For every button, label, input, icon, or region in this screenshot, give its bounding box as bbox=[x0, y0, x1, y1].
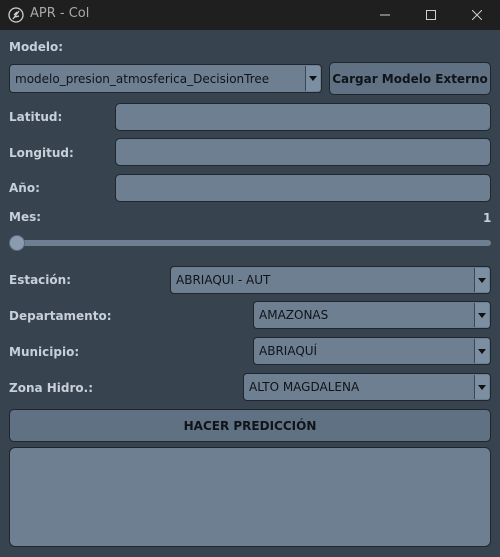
chevron-down-icon[interactable] bbox=[305, 66, 320, 91]
mes-value: 1 bbox=[483, 211, 492, 225]
load-external-model-button[interactable]: Cargar Modelo Externo bbox=[329, 62, 491, 95]
departamento-select-value: AMAZONAS bbox=[259, 308, 329, 322]
modelo-label: Modelo: bbox=[9, 40, 64, 54]
anio-label: Año: bbox=[9, 181, 40, 195]
zona-select[interactable]: ALTO MAGDALENA bbox=[243, 373, 491, 401]
predict-button[interactable]: HACER PREDICCIÓN bbox=[9, 409, 491, 442]
model-select-value: modelo_presion_atmosferica_DecisionTree bbox=[15, 71, 270, 86]
app-window: APR - Col Modelo: modelo_presion_atmosfe… bbox=[0, 0, 500, 557]
minimize-icon bbox=[380, 14, 390, 16]
latitud-label: Latitud: bbox=[9, 110, 63, 124]
title-bar: APR - Col bbox=[0, 0, 500, 30]
feather-icon bbox=[8, 7, 24, 23]
window-title: APR - Col bbox=[30, 6, 90, 21]
estacion-label: Estación: bbox=[9, 273, 71, 287]
chevron-down-icon[interactable] bbox=[474, 339, 489, 363]
longitud-input[interactable] bbox=[115, 138, 491, 166]
estacion-select-value: ABRIAQUI - AUT bbox=[176, 273, 271, 287]
maximize-button[interactable] bbox=[408, 0, 454, 30]
zona-select-value: ALTO MAGDALENA bbox=[249, 380, 360, 394]
zona-label: Zona Hidro.: bbox=[9, 381, 94, 395]
estacion-select[interactable]: ABRIAQUI - AUT bbox=[170, 266, 491, 294]
departamento-label: Departamento: bbox=[9, 309, 112, 323]
latitud-input[interactable] bbox=[115, 103, 491, 131]
chevron-down-icon[interactable] bbox=[474, 268, 489, 292]
maximize-icon bbox=[426, 10, 436, 20]
departamento-select[interactable]: AMAZONAS bbox=[253, 301, 491, 329]
municipio-select[interactable]: ABRIAQUÍ bbox=[253, 337, 491, 365]
municipio-select-value: ABRIAQUÍ bbox=[259, 344, 318, 358]
close-icon bbox=[472, 10, 482, 20]
chevron-down-icon[interactable] bbox=[474, 303, 489, 327]
anio-input[interactable] bbox=[115, 174, 491, 202]
prediction-output[interactable] bbox=[9, 447, 491, 547]
model-select[interactable]: modelo_presion_atmosferica_DecisionTree bbox=[9, 64, 322, 93]
close-button[interactable] bbox=[454, 0, 500, 30]
mes-slider-track[interactable] bbox=[14, 240, 491, 246]
mes-slider-handle[interactable] bbox=[9, 235, 25, 251]
chevron-down-icon[interactable] bbox=[474, 375, 489, 399]
minimize-button[interactable] bbox=[362, 0, 408, 30]
longitud-label: Longitud: bbox=[9, 146, 74, 160]
mes-label: Mes: bbox=[9, 210, 42, 224]
municipio-label: Municipio: bbox=[9, 345, 80, 359]
